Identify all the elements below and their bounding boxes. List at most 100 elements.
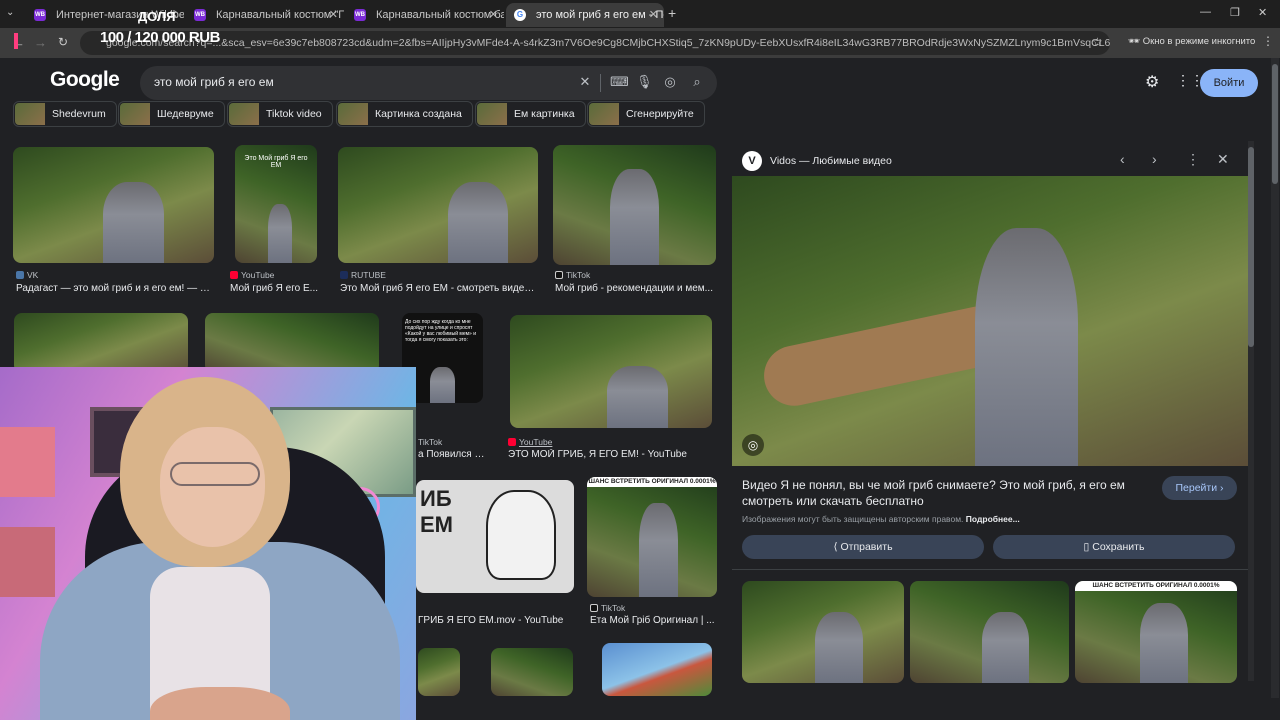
result-image-6[interactable] — [205, 313, 379, 373]
result-caption[interactable]: Радагаст — это мой гриб и я его ем! — В.… — [16, 283, 214, 294]
chip-generate[interactable]: Сгенерируйте — [587, 101, 705, 127]
source-tiktok[interactable]: TikTok — [555, 270, 590, 280]
keyboard-icon[interactable]: ⌨ — [610, 74, 629, 90]
note-text: Изображения могут быть защищены авторски… — [742, 514, 964, 524]
chip-eat-picture[interactable]: Ем картинка — [475, 101, 586, 127]
settings-icon[interactable]: ⚙ — [1145, 72, 1159, 92]
source-tiktok[interactable]: TikTok — [590, 603, 625, 613]
goal-text: 100 / 120 000 RUB — [100, 29, 220, 46]
next-icon[interactable]: › — [1152, 151, 1157, 167]
incognito-icon: 🕶 — [1128, 36, 1143, 47]
visit-label: Перейти — [1175, 482, 1218, 494]
streamer-face — [160, 427, 265, 547]
scroll-thumb[interactable] — [1248, 147, 1254, 347]
person-figure — [610, 169, 659, 265]
minimize-icon[interactable]: — — [1200, 6, 1211, 18]
clear-icon[interactable]: ✕ — [577, 74, 593, 90]
page-scrollbar[interactable] — [1271, 58, 1279, 698]
result-image-13[interactable] — [602, 643, 712, 696]
wb-icon: WB — [34, 9, 46, 21]
prev-icon[interactable]: ‹ — [1120, 151, 1125, 167]
tab-2[interactable]: WB Карнавальный костюм "Приз ✕ — [186, 3, 344, 27]
chip-shedevrum[interactable]: Shedevrum — [13, 101, 117, 127]
search-input[interactable]: это мой гриб я его ем — [154, 75, 274, 89]
related-image-1[interactable] — [742, 581, 904, 683]
signin-button[interactable]: Войти — [1200, 69, 1258, 97]
donation-goal-overlay: ДОЛЯ 100 / 120 000 RUB — [0, 9, 230, 51]
tab-4-active[interactable]: G это мой гриб я его ем - Поиск ✕ — [506, 3, 664, 27]
more-options-icon[interactable]: ⋮ — [1186, 151, 1200, 168]
tab-label: Карнавальный костюм банан — [376, 9, 504, 21]
related-image-3[interactable]: ШАНС ВСТРЕТИТЬ ОРИГИНАЛ 0.0001% — [1075, 581, 1237, 683]
source-rutube[interactable]: RUTUBE — [340, 270, 386, 280]
result-image-11[interactable] — [418, 648, 460, 696]
result-caption[interactable]: а Появился М... — [418, 449, 490, 460]
result-image-10[interactable]: ШАНС ВСТРЕТИТЬ ОРИГИНАЛ 0.0001% — [587, 477, 717, 597]
result-image-5[interactable] — [14, 313, 188, 373]
restore-icon[interactable]: ❐ — [1230, 6, 1240, 19]
window-close-icon[interactable]: ✕ — [1258, 6, 1267, 19]
result-image-8[interactable] — [510, 315, 712, 428]
close-icon[interactable]: ✕ — [329, 3, 338, 27]
related-image-2[interactable] — [910, 581, 1069, 683]
result-image-2[interactable]: Это Мой гриб Я его ЕМ — [235, 145, 317, 263]
thumb-caption: ШАНС ВСТРЕТИТЬ ОРИГИНАЛ 0.0001% — [1075, 581, 1237, 591]
result-caption[interactable]: Мой гриб Я его Е... — [230, 283, 322, 294]
save-label: Сохранить — [1092, 541, 1145, 553]
close-icon[interactable]: ✕ — [649, 3, 658, 27]
result-caption[interactable]: ЭТО МОЙ ГРИБ, Я ЕГО ЕМ! - YouTube — [508, 449, 713, 460]
panel-scrollbar[interactable] — [1248, 141, 1254, 681]
person-figure — [814, 611, 864, 683]
share-label: Отправить — [840, 541, 893, 553]
result-image-4[interactable] — [553, 145, 716, 265]
close-icon[interactable]: ✕ — [489, 3, 498, 27]
chip-shedevrume[interactable]: Шедеврумe — [118, 101, 225, 127]
share-button[interactable]: ⟨ Отправить — [742, 535, 984, 559]
result-caption[interactable]: Ета Мой Гріб Оригинал | ... — [590, 615, 715, 626]
address-bar[interactable]: google.com/search?q=...&sca_esv=6e39c7eb… — [80, 31, 1110, 55]
source-label: VK — [27, 270, 39, 280]
chip-thumbnail — [120, 103, 150, 125]
lens-search-icon[interactable]: ◎ — [742, 434, 764, 456]
chip-label: Картинка создана — [375, 108, 462, 120]
search-icon[interactable]: ⌕ — [689, 74, 705, 90]
mic-icon[interactable]: 🎙 — [636, 74, 653, 90]
more-link[interactable]: Подробнее... — [966, 514, 1020, 524]
result-caption[interactable]: ГРИБ Я ЕГО ЕМ.mov - YouTube — [418, 615, 568, 626]
result-caption[interactable]: Это Мой гриб Я его ЕМ - смотреть видео..… — [340, 283, 538, 294]
lens-icon[interactable]: ◎ — [662, 74, 678, 90]
source-vk[interactable]: VK — [16, 270, 38, 280]
chip-label: Shedevrum — [52, 108, 106, 120]
tiktok-icon — [555, 271, 563, 279]
tab-label: это мой гриб я его ем - Поиск — [536, 9, 664, 21]
search-box[interactable]: это мой гриб я его ем ✕ ⌨ 🎙 ◎ ⌕ — [140, 66, 717, 100]
preview-title[interactable]: Видео Я не понял, вы че мой гриб снимает… — [742, 477, 1152, 509]
scroll-thumb[interactable] — [1272, 64, 1278, 184]
chip-picture-created[interactable]: Картинка создана — [336, 101, 473, 127]
google-logo[interactable]: Google — [50, 68, 120, 92]
save-button[interactable]: ▯ Сохранить — [993, 535, 1235, 559]
tab-3[interactable]: WB Карнавальный костюм банан ✕ — [346, 3, 504, 27]
source-tiktok[interactable]: TikTok — [418, 437, 442, 447]
bookmark-star-icon[interactable]: ☆ — [1092, 35, 1103, 49]
panel-source[interactable]: V Vidos — Любимые видео — [742, 151, 892, 171]
incognito-indicator[interactable]: 🕶 Окно в режиме инкогнито — [1128, 36, 1255, 47]
vk-icon — [16, 271, 24, 279]
result-image-9[interactable]: ИБ ЕМ — [416, 480, 574, 593]
tab-bar: ⌄ WB Интернет-магазин Wildberries ✕ WB К… — [0, 0, 1280, 28]
menu-icon[interactable]: ⋮ — [1262, 34, 1274, 48]
visit-button[interactable]: Перейти › — [1162, 476, 1237, 500]
youtube-icon — [230, 271, 238, 279]
result-image-3[interactable] — [338, 147, 538, 263]
preview-image[interactable]: ◎ — [732, 176, 1248, 466]
result-caption[interactable]: Мой гриб - рекомендации и мем... — [555, 283, 715, 294]
chip-tiktok-video[interactable]: Tiktok video — [227, 101, 333, 127]
close-panel-icon[interactable]: ✕ — [1217, 151, 1229, 168]
source-youtube[interactable]: YouTube — [508, 437, 552, 447]
source-youtube[interactable]: YouTube — [230, 270, 274, 280]
result-image-12[interactable] — [491, 648, 573, 696]
new-tab-icon[interactable]: + — [668, 5, 676, 21]
result-image-1[interactable] — [13, 147, 214, 263]
streamer-hand — [150, 687, 290, 720]
tab-search-icon[interactable]: ⌄ — [6, 7, 14, 18]
